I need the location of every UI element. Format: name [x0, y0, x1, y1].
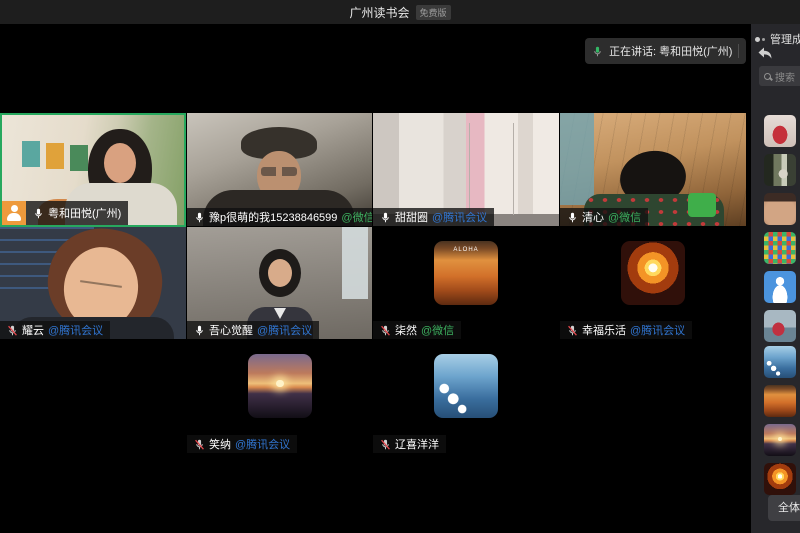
participant-name-label: 笑纳 @腾讯会议 [187, 435, 297, 453]
members-panel-header: 管理成员 [755, 31, 800, 47]
platform-suffix: @腾讯会议 [235, 436, 290, 452]
platform-suffix: @微信 [608, 209, 641, 225]
video-tile[interactable]: 甜甜圈 @腾讯会议 [373, 113, 559, 226]
member-avatar-woman-face[interactable] [764, 193, 796, 225]
mic-muted-icon [194, 438, 205, 451]
audio-tile[interactable]: 笑纳 @腾讯会议 [187, 340, 372, 453]
speaking-indicator: 正在讲话: 粤和田悦(广州);... [585, 38, 746, 64]
free-version-badge: 免费版 [416, 5, 451, 20]
search-input[interactable]: 搜索 [759, 66, 800, 86]
titlebar: 广州读书会 免费版 [0, 0, 800, 24]
member-avatar-colorful-mosaic[interactable] [764, 232, 796, 264]
mic-on-icon [33, 207, 44, 220]
participant-name: 甜甜圈 [395, 209, 428, 225]
video-tile[interactable]: 吾心觉醒 @腾讯会议 [187, 227, 372, 339]
video-tile[interactable]: 豫p很萌的我15238846599 @微信 [187, 113, 372, 226]
participant-name: 粤和田悦(广州) [48, 205, 121, 221]
mic-active-icon [592, 45, 603, 58]
mute-all-button[interactable]: 全体静音 [768, 495, 800, 521]
participant-name-label: 幸福乐活 @腾讯会议 [560, 321, 692, 339]
video-tile[interactable]: 耀云 @腾讯会议 [0, 227, 186, 339]
mic-muted-icon [567, 324, 578, 337]
speaking-indicator-text: 正在讲话: 粤和田悦(广州);... [609, 43, 732, 59]
member-avatar-lake-daisies[interactable] [764, 346, 796, 378]
wall-paintings [22, 141, 40, 167]
mic-on-icon [194, 324, 205, 337]
green-garment [688, 193, 716, 217]
avatar-orange-sun [621, 241, 685, 305]
platform-suffix: @微信 [341, 209, 372, 225]
member-avatar-orange-sun[interactable] [764, 463, 796, 495]
mic-muted-icon [380, 324, 391, 337]
members-panel-title: 管理成员 [770, 31, 800, 47]
mic-on-icon [567, 211, 578, 224]
hanging-cloth [560, 113, 594, 205]
participant-name: 笑纳 [209, 436, 231, 452]
participant-name: 幸福乐活 [582, 322, 626, 338]
person-face [104, 143, 136, 183]
participant-name-label: 粤和田悦(广州) [26, 201, 128, 225]
participant-name: 柒然 [395, 322, 417, 338]
member-avatar-person-by-window[interactable] [764, 154, 796, 186]
mic-on-icon [380, 211, 391, 224]
platform-suffix: @腾讯会议 [257, 322, 312, 338]
search-icon [764, 73, 771, 80]
glasses [261, 167, 297, 176]
participant-name: 清心 [582, 209, 604, 225]
platform-suffix: @腾讯会议 [432, 209, 487, 225]
avatar-caption: ALOHA [434, 247, 498, 253]
door-frame [469, 123, 470, 215]
audio-tile[interactable]: ALOHA 柒然 @微信 [373, 227, 559, 339]
member-avatar-sunset-pier[interactable] [764, 424, 796, 456]
back-arrow-icon [757, 46, 773, 60]
participant-name: 辽喜洋洋 [395, 436, 439, 452]
member-avatar-autumn-aloha[interactable] [764, 385, 796, 417]
participant-name-label: 豫p很萌的我15238846599 @微信 [187, 208, 372, 226]
person-face [268, 259, 292, 287]
mic-muted-icon [7, 324, 18, 337]
participant-name-label: 柒然 @微信 [373, 321, 461, 339]
collapse-panel-button[interactable] [757, 46, 775, 62]
platform-suffix: @微信 [421, 322, 454, 338]
toast-divider [738, 44, 739, 58]
audio-tile[interactable]: 辽喜洋洋 [373, 340, 559, 453]
audio-tile[interactable]: 幸福乐活 @腾讯会议 [560, 227, 746, 339]
video-tile-host[interactable]: 粤和田悦(广州) [0, 113, 186, 227]
member-avatar-woman-by-water[interactable] [764, 310, 796, 342]
participant-name-label: 甜甜圈 @腾讯会议 [373, 208, 494, 226]
platform-suffix: @腾讯会议 [48, 322, 103, 338]
participant-name-label: 清心 @微信 [560, 208, 648, 226]
search-placeholder: 搜索 [775, 69, 795, 84]
avatar-lake-daisies [434, 354, 498, 418]
participant-name-label: 吾心觉醒 @腾讯会议 [187, 321, 319, 339]
participant-name: 吾心觉醒 [209, 322, 253, 338]
meeting-window: 广州读书会 免费版 粤和田悦(广州) [0, 0, 800, 533]
mic-on-icon [194, 211, 205, 224]
members-panel: 管理成员 搜索 全体静音 [751, 24, 800, 533]
participant-name-label: 辽喜洋洋 [373, 435, 446, 453]
avatar-sunset-pier [248, 354, 312, 418]
video-tile[interactable]: 清心 @微信 [560, 113, 746, 226]
participant-name: 豫p很萌的我15238846599 [209, 209, 337, 225]
platform-suffix: @腾讯会议 [630, 322, 685, 338]
bright-window [342, 227, 368, 299]
member-avatar-woman-in-red[interactable] [764, 115, 796, 147]
participant-name: 耀云 [22, 322, 44, 338]
avatar-autumn-aloha: ALOHA [434, 241, 498, 305]
member-avatar-default-blue[interactable] [764, 271, 796, 303]
host-badge-icon [2, 201, 26, 225]
members-icon [755, 36, 766, 43]
participant-name-label: 耀云 @腾讯会议 [0, 321, 110, 339]
meeting-title: 广州读书会 [349, 4, 409, 21]
mic-muted-icon [380, 438, 391, 451]
